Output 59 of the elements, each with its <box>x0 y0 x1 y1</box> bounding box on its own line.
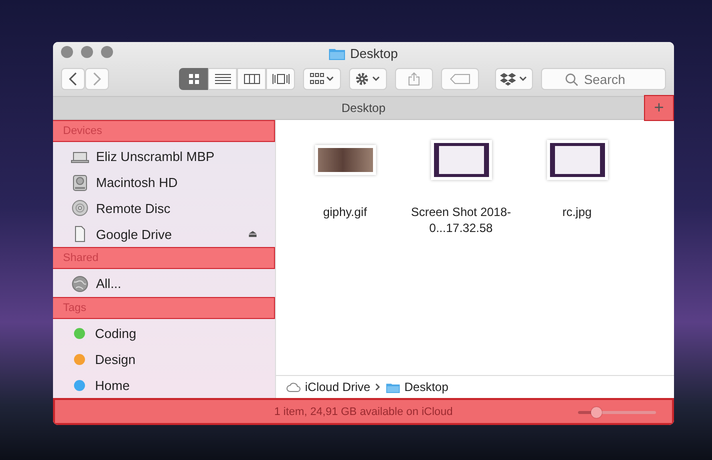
screenshot-thumbnail <box>550 143 604 177</box>
search-field[interactable]: Search <box>541 68 666 90</box>
dropbox-button[interactable] <box>495 68 533 90</box>
photo-placeholder <box>318 148 372 172</box>
forward-icon <box>92 72 102 86</box>
tag-icon <box>450 74 470 84</box>
folder-icon <box>329 47 346 60</box>
sidebar-item[interactable]: Design <box>53 346 275 372</box>
chevron-icon <box>375 383 382 391</box>
sidebar-item-label: All... <box>96 276 122 292</box>
file-name: Screen Shot 2018-0...17.32.58 <box>410 204 512 236</box>
sidebar-item[interactable]: All... <box>53 271 275 297</box>
sidebar-item[interactable]: Home <box>53 372 275 398</box>
cloud-icon <box>286 382 301 392</box>
file-item[interactable]: Screen Shot 2018-0...17.32.58 <box>406 136 516 375</box>
eject-button[interactable]: ⏏ <box>248 228 257 240</box>
sidebar-item[interactable]: Macintosh HD <box>53 170 275 196</box>
gear-icon <box>355 72 381 86</box>
sidebar-item[interactable]: Coding <box>53 320 275 346</box>
view-mode-button[interactable] <box>179 68 208 90</box>
list-icon <box>214 73 230 85</box>
zoom-button[interactable] <box>101 46 113 58</box>
sidebar-item[interactable]: Eliz Unscrambl MBP <box>53 144 275 170</box>
sidebar-item-label: Coding <box>95 326 138 342</box>
disc-icon <box>71 200 89 216</box>
sidebar-item-label: Eliz Unscrambl MBP <box>96 149 216 164</box>
file-item[interactable]: rc.jpg <box>522 136 632 375</box>
share-icon <box>408 72 420 86</box>
sidebar-item-label: Home <box>95 378 131 393</box>
screenshot-thumbnail <box>434 143 488 177</box>
columns-icon <box>244 73 260 85</box>
minimize-button[interactable] <box>81 46 93 58</box>
back-icon <box>68 72 78 86</box>
sidebar-item[interactable]: Remote Disc <box>53 196 275 222</box>
status-text: 1 item, 24,91 GB available on iCloud <box>274 406 453 418</box>
back-button[interactable] <box>61 68 85 90</box>
arrange-button[interactable] <box>303 68 341 90</box>
sidebar-item-label: Design <box>95 352 136 367</box>
folder-icon <box>386 382 400 392</box>
close-button[interactable] <box>61 46 73 58</box>
sidebar-item[interactable]: Google Drive ⏏ <box>53 221 275 247</box>
dropbox-icon <box>500 72 528 86</box>
hard-drive-icon <box>71 174 89 191</box>
window-title: Desktop <box>350 46 398 61</box>
tab-title: Desktop <box>341 101 386 115</box>
cover-flow-icon <box>272 73 290 85</box>
sidebar-item-label: Google Drive <box>96 226 173 242</box>
path-item[interactable]: Desktop <box>386 380 448 394</box>
grid-icon <box>188 73 200 85</box>
file-item[interactable]: giphy.gif <box>290 136 400 375</box>
globe-icon <box>71 276 89 292</box>
action-button[interactable] <box>349 68 387 90</box>
search-icon <box>565 73 578 86</box>
file-name: giphy.gif <box>322 204 368 220</box>
sidebar-item-label: Remote Disc <box>96 200 172 216</box>
arrange-icon <box>310 73 334 85</box>
path-item[interactable]: iCloud Drive <box>286 380 370 394</box>
sidebar-item-label: Macintosh HD <box>96 175 179 190</box>
file-name: rc.jpg <box>561 204 593 220</box>
